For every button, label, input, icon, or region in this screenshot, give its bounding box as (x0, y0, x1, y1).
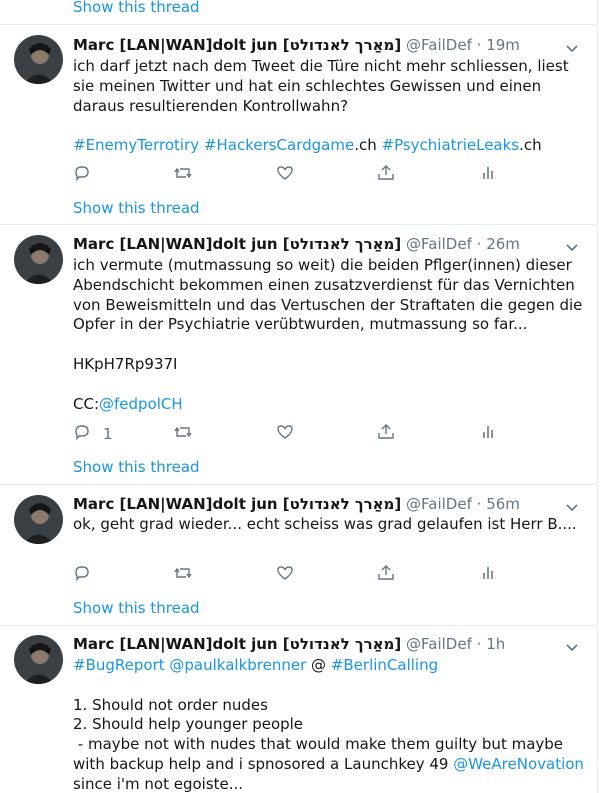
like-button[interactable] (276, 565, 294, 585)
share-button[interactable] (377, 565, 395, 585)
hashtag-link[interactable]: #BerlinCalling (331, 656, 438, 674)
tweet-header: Marc [LAN|WAN]dolt jun [מאַרך לאנדולט] @… (73, 494, 520, 514)
hashtag-link[interactable]: #BugReport (73, 656, 165, 674)
mention-link[interactable]: @fedpolCH (99, 395, 183, 413)
tweet-text-segment: ich vermute (mutmassung so weit) die bei… (73, 256, 588, 334)
tweet-time[interactable]: 56m (486, 495, 520, 513)
share-icon (377, 423, 395, 445)
share-button[interactable] (377, 165, 395, 185)
like-icon (276, 423, 294, 445)
tweet-actions: 1 (73, 424, 503, 444)
tweet-text-segment: CC: (73, 394, 100, 413)
tweet-text-segment: .ch (519, 136, 542, 155)
retweet-icon (174, 564, 192, 586)
chevron-down-icon[interactable] (565, 498, 579, 512)
tweet[interactable]: Marc [LAN|WAN]dolt jun [מאַרך לאנדולט] @… (0, 626, 597, 793)
author-name[interactable]: Marc [LAN|WAN]dolt jun [מאַרך לאנדולט] (73, 235, 401, 253)
retweet-icon (174, 423, 192, 445)
tweet-time[interactable]: 19m (486, 36, 520, 54)
share-icon (377, 164, 395, 186)
mention-link[interactable]: @paulkalkbrenner (169, 656, 306, 674)
tweet-text-segment: .ch (354, 136, 382, 155)
tweet-text-segment: ok, geht grad wieder... echt scheiss was… (73, 515, 577, 533)
reply-count: 1 (103, 425, 113, 443)
tweet-paragraph: CC:@fedpolCH (73, 395, 588, 415)
analytics-button[interactable] (479, 165, 497, 185)
tweet[interactable]: Marc [LAN|WAN]dolt jun [מאַרך לאנדולט] @… (0, 25, 597, 225)
tweet-paragraph: ich darf jetzt nach dem Tweet die Türe n… (73, 57, 588, 116)
tweet-text: #BugReport @paulkalkbrenner @ #BerlinCal… (73, 656, 588, 793)
analytics-icon (479, 564, 497, 586)
author-name[interactable]: Marc [LAN|WAN]dolt jun [מאַרך לאנדולט] (73, 36, 401, 54)
tweet-time[interactable]: 1h (486, 635, 505, 653)
avatar[interactable] (14, 235, 63, 284)
separator-dot: · (476, 495, 482, 513)
reply-button[interactable] (73, 165, 103, 185)
tweet[interactable]: Marc [LAN|WAN]dolt jun [מאַרך לאנדולט] @… (0, 225, 597, 484)
chevron-down-icon[interactable] (565, 638, 579, 652)
author-handle[interactable]: @FailDef (406, 635, 472, 653)
retweet-button[interactable] (174, 565, 192, 585)
show-thread-link[interactable]: Show this thread (73, 599, 200, 617)
show-thread-link[interactable]: Show this thread (73, 0, 200, 16)
author-handle[interactable]: @FailDef (406, 495, 472, 513)
tweet-header: Marc [LAN|WAN]dolt jun [מאַרך לאנדולט] @… (73, 35, 520, 55)
tweet-paragraph: HKpH7Rp937I (73, 355, 588, 375)
avatar[interactable] (14, 495, 63, 544)
tweet-paragraph: ich vermute (mutmassung so weit) die bei… (73, 256, 588, 335)
like-icon (276, 164, 294, 186)
retweet-icon (174, 164, 192, 186)
tweet-header: Marc [LAN|WAN]dolt jun [מאַרך לאנדולט] @… (73, 234, 520, 254)
like-button[interactable] (276, 165, 294, 185)
tweet-time[interactable]: 26m (486, 235, 520, 253)
hashtag-link[interactable]: #HackersCardgame (204, 136, 354, 154)
separator-dot: · (476, 36, 482, 54)
author-handle[interactable]: @FailDef (406, 235, 472, 253)
retweet-button[interactable] (174, 424, 192, 444)
author-name[interactable]: Marc [LAN|WAN]dolt jun [מאַרך לאנדולט] (73, 495, 401, 513)
author-name[interactable]: Marc [LAN|WAN]dolt jun [מאַרך לאנדולט] (73, 635, 401, 653)
tweet-header: Marc [LAN|WAN]dolt jun [מאַרך לאנדולט] @… (73, 634, 505, 654)
tweet-text-segment: ich darf jetzt nach dem Tweet die Türe n… (73, 57, 574, 115)
hashtag-link[interactable]: #PsychiatrieLeaks (382, 136, 520, 154)
tweet[interactable]: Marc [LAN|WAN]dolt jun [מאַרך לאנדולט] @… (0, 485, 597, 625)
analytics-button[interactable] (479, 424, 497, 444)
avatar[interactable] (14, 635, 63, 684)
author-handle[interactable]: @FailDef (406, 36, 472, 54)
separator-dot: · (476, 635, 482, 653)
tweet-text-segment: @ (306, 656, 331, 674)
tweet-paragraph: #EnemyTerrotiry #HackersCardgame.ch #Psy… (73, 136, 588, 156)
tweet-actions (73, 565, 503, 585)
tweet-text: ich darf jetzt nach dem Tweet die Türe n… (73, 57, 588, 156)
avatar[interactable] (14, 35, 63, 84)
reply-icon (73, 164, 91, 186)
share-icon (377, 564, 395, 586)
reply-button[interactable]: 1 (73, 424, 113, 444)
tweet-paragraph: ok, geht grad wieder... echt scheiss was… (73, 515, 588, 535)
like-icon (276, 564, 294, 586)
tweet-paragraph: #BugReport @paulkalkbrenner @ #BerlinCal… (73, 656, 588, 676)
reply-icon (73, 423, 91, 445)
hashtag-link[interactable]: #EnemyTerrotiry (73, 136, 199, 154)
timeline-border (597, 0, 598, 793)
analytics-icon (479, 164, 497, 186)
chevron-down-icon[interactable] (565, 238, 579, 252)
tweet-actions (73, 165, 503, 185)
analytics-icon (479, 423, 497, 445)
separator-dot: · (476, 235, 482, 253)
reply-icon (73, 564, 91, 586)
chevron-down-icon[interactable] (565, 39, 579, 53)
reply-button[interactable] (73, 565, 103, 585)
analytics-button[interactable] (479, 565, 497, 585)
like-button[interactable] (276, 424, 294, 444)
show-thread-link[interactable]: Show this thread (73, 458, 200, 476)
tweet-text: ich vermute (mutmassung so weit) die bei… (73, 256, 588, 414)
share-button[interactable] (377, 424, 395, 444)
retweet-button[interactable] (174, 165, 192, 185)
mention-link[interactable]: @WeAreNovation (453, 755, 584, 773)
tweet-text: ok, geht grad wieder... echt scheiss was… (73, 515, 588, 535)
show-thread-link[interactable]: Show this thread (73, 199, 200, 217)
tweet-paragraph: 1. Should not order nudes 2. Should help… (73, 696, 588, 793)
tweet-text-segment: HKpH7Rp937I (73, 354, 178, 373)
